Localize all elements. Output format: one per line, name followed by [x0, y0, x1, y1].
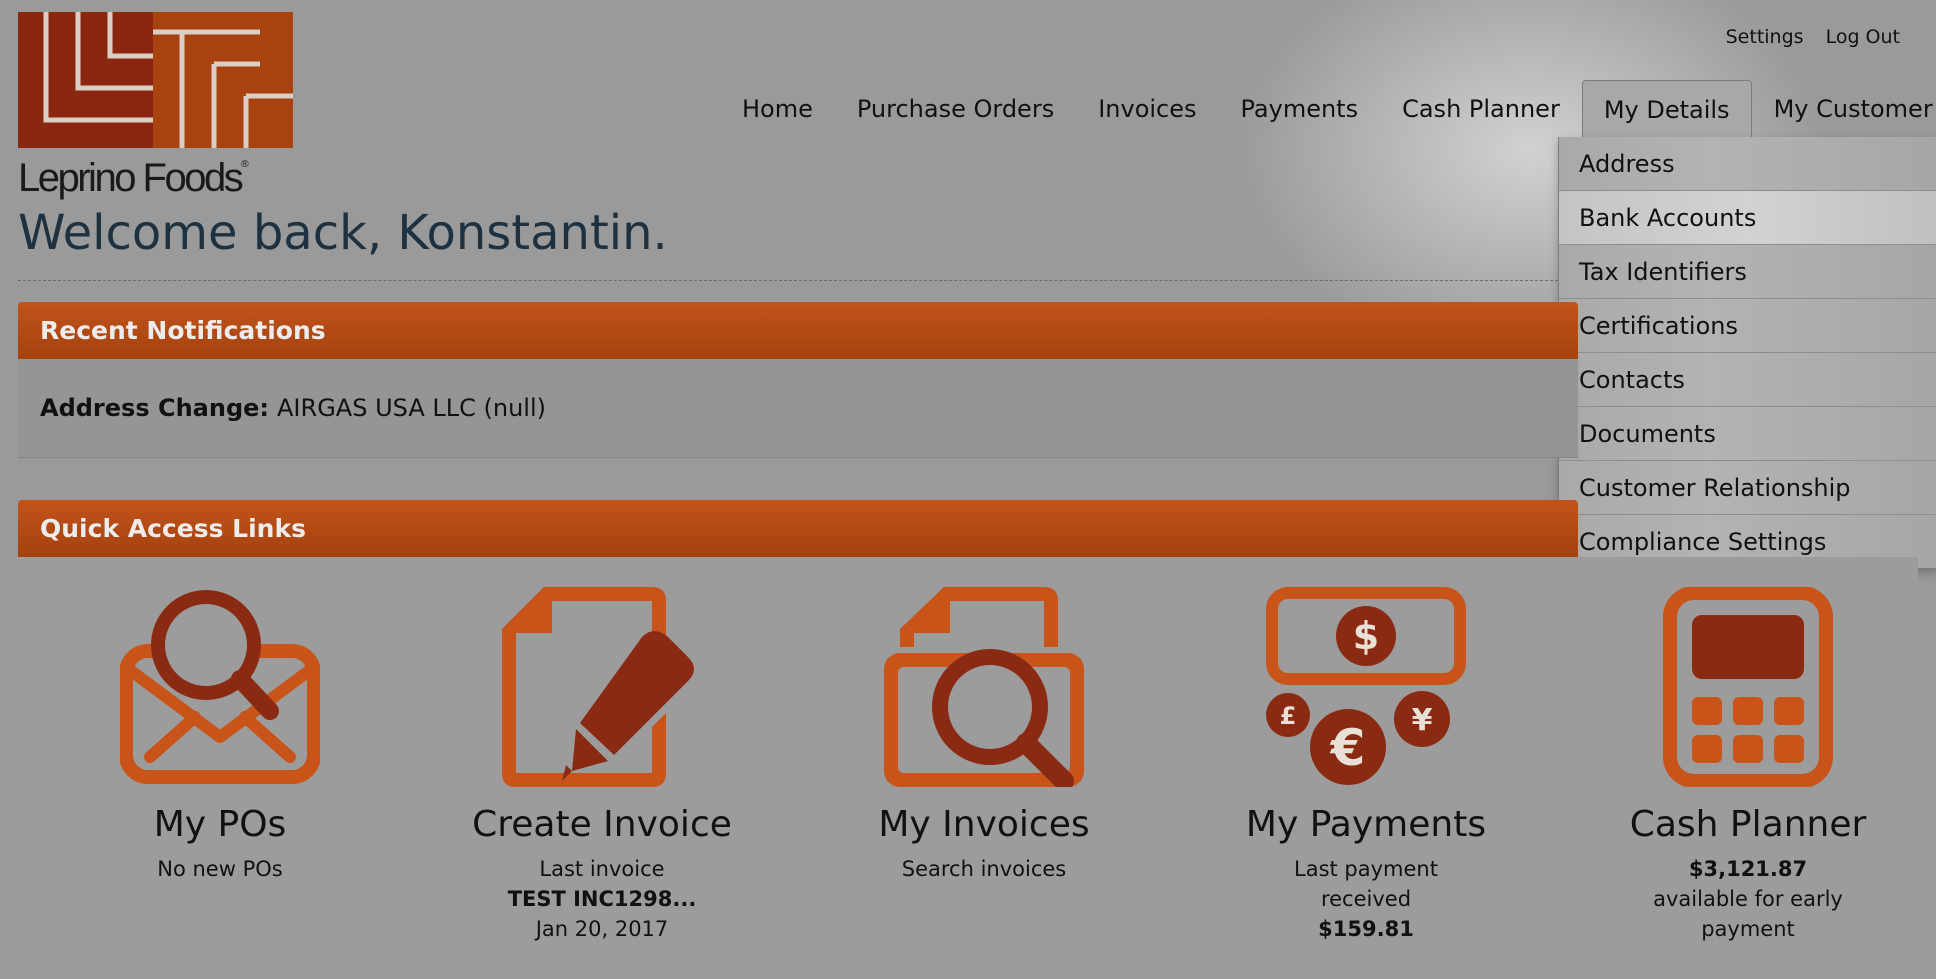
quick-link-title: My POs	[153, 804, 287, 845]
my-details-dropdown: Address Bank Accounts Tax Identifiers Ce…	[1558, 137, 1936, 569]
logout-link[interactable]: Log Out	[1826, 26, 1900, 48]
notifications-header: Recent Notifications	[18, 302, 1578, 359]
quick-link-title: My Payments	[1245, 804, 1487, 845]
nav-payments[interactable]: Payments	[1219, 80, 1381, 138]
nav-my-details[interactable]: My Details	[1581, 80, 1752, 138]
notification-text: AIRGAS USA LLC (null)	[277, 394, 546, 422]
notification-item[interactable]: Address Change: AIRGAS USA LLC (null)	[18, 359, 1578, 458]
quick-link-subtitle: Last payment received $159.81	[1294, 857, 1438, 942]
svg-text:¥: ¥	[1412, 703, 1433, 738]
envelope-search-icon	[120, 590, 320, 784]
quick-link-title: My Invoices	[878, 804, 1090, 845]
dropdown-item-certifications[interactable]: Certifications	[1559, 299, 1936, 353]
quick-link-create-invoice[interactable]: Create Invoice Last invoice TEST INC1298…	[412, 587, 792, 944]
brand-name: Leprino Foods®	[18, 156, 249, 200]
calculator-icon	[1663, 587, 1833, 787]
header-divider	[18, 280, 1558, 281]
utility-nav: Settings Log Out	[1726, 26, 1900, 48]
quick-link-subtitle: Search invoices	[901, 857, 1067, 882]
nav-my-customer[interactable]: My Customer	[1752, 80, 1936, 138]
dropdown-item-customer-relationship[interactable]: Customer Relationship	[1559, 461, 1936, 515]
document-pencil-icon	[502, 587, 694, 787]
svg-text:€: €	[1330, 719, 1366, 777]
quick-link-title: Create Invoice	[472, 804, 732, 845]
nav-home[interactable]: Home	[720, 80, 835, 138]
quick-link-subtitle: $3,121.87 available for early payment	[1653, 857, 1843, 942]
currency-icon: $ £ € ¥	[1266, 587, 1466, 785]
quick-link-my-pos[interactable]: My POs No new POs	[30, 587, 410, 884]
dropdown-item-tax-identifiers[interactable]: Tax Identifiers	[1559, 245, 1936, 299]
folder-search-icon	[884, 587, 1084, 787]
quick-link-subtitle: Last invoice TEST INC1298... Jan 20, 201…	[507, 857, 697, 942]
quick-link-cash-planner[interactable]: Cash Planner $3,121.87 available for ear…	[1558, 587, 1936, 944]
quick-link-my-invoices[interactable]: My Invoices Search invoices	[794, 587, 1174, 884]
nav-cash-planner[interactable]: Cash Planner	[1380, 80, 1582, 138]
dropdown-item-contacts[interactable]: Contacts	[1559, 353, 1936, 407]
nav-purchase-orders[interactable]: Purchase Orders	[835, 80, 1076, 138]
dropdown-item-bank-accounts[interactable]: Bank Accounts	[1559, 191, 1936, 245]
dropdown-item-address[interactable]: Address	[1559, 137, 1936, 191]
settings-link[interactable]: Settings	[1726, 26, 1804, 48]
notification-label: Address Change:	[40, 394, 270, 422]
dropdown-item-documents[interactable]: Documents	[1559, 407, 1936, 461]
quick-link-title: Cash Planner	[1629, 804, 1867, 845]
nav-invoices[interactable]: Invoices	[1076, 80, 1218, 138]
quick-links-header: Quick Access Links	[18, 500, 1578, 557]
welcome-heading: Welcome back, Konstantin.	[18, 205, 668, 261]
main-nav: Home Purchase Orders Invoices Payments C…	[720, 80, 1936, 138]
brand-logo[interactable]: Leprino Foods®	[18, 12, 293, 198]
svg-text:£: £	[1280, 702, 1297, 730]
leprino-logo-mark	[18, 12, 293, 148]
svg-text:$: $	[1353, 614, 1379, 658]
quick-link-subtitle: No new POs	[157, 857, 283, 882]
quick-link-my-payments[interactable]: $ £ € ¥ My Payments Last payment receive…	[1176, 587, 1556, 944]
quick-links-body: My POs No new POs Create Invoice Last in…	[18, 557, 1918, 961]
